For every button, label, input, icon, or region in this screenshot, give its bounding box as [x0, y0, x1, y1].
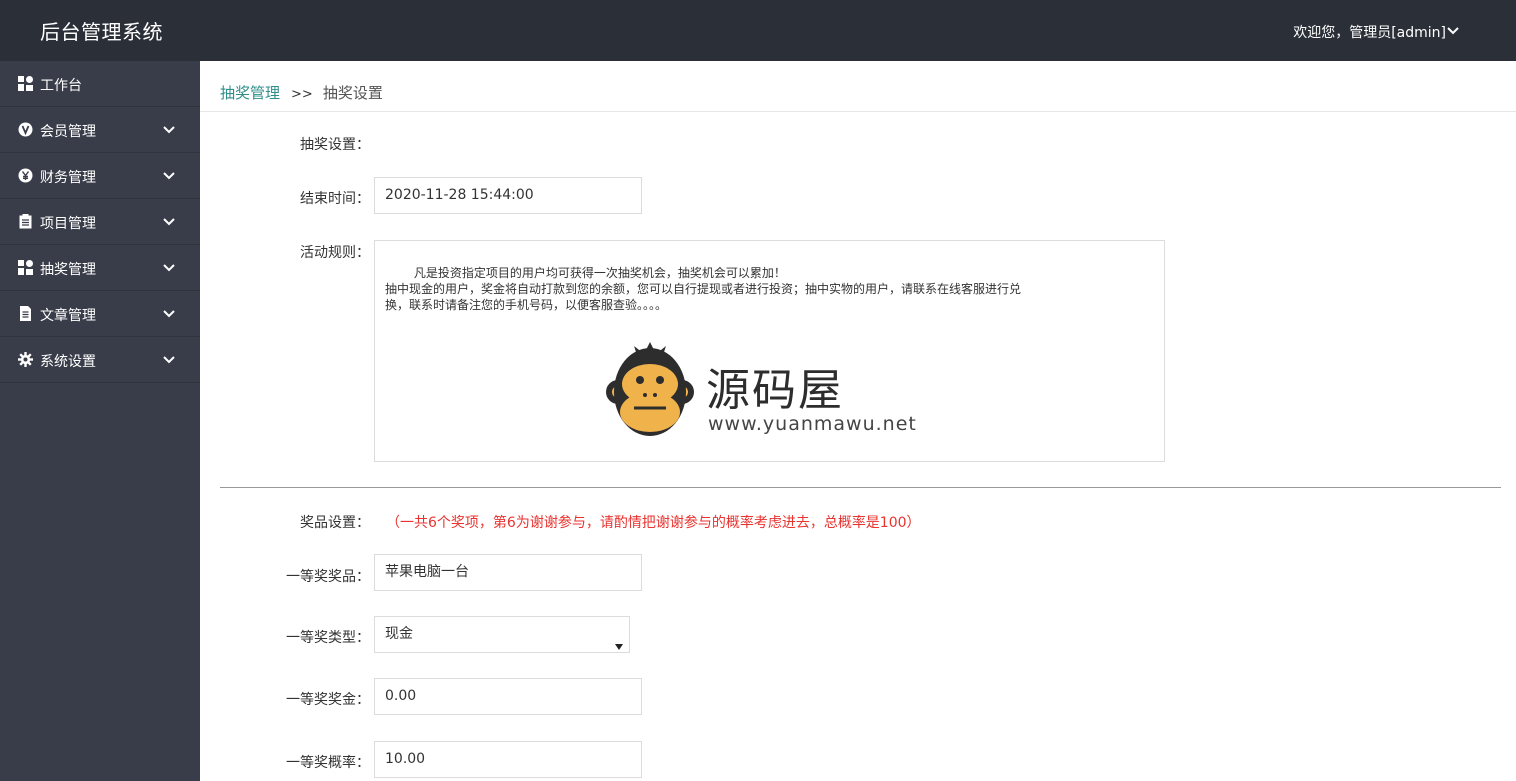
- sidebar: 工作台 会员管理 财务管理 项目管理 抽奖管理 文章管理 系统设置: [0, 61, 200, 781]
- v-circle-icon: [18, 122, 33, 137]
- prize-note: （一共6个奖项，第6为谢谢参与，请酌情把谢谢参与的概率考虑进去，总概率是100）: [386, 515, 921, 531]
- end-time-label: 结束时间：: [300, 191, 370, 207]
- section-label: 抽奖设置：: [300, 137, 370, 153]
- first-prize-type-label: 一等奖类型：: [286, 630, 370, 646]
- clipboard-icon: [18, 214, 33, 229]
- chevron-down-icon: [162, 216, 176, 228]
- app-title: 后台管理系统: [40, 20, 163, 44]
- chevron-down-icon: [162, 354, 176, 366]
- user-menu[interactable]: 欢迎您，管理员[admin]: [1293, 22, 1446, 42]
- first-prize-amount-label: 一等奖奖金：: [286, 692, 370, 708]
- caret-down-icon: [615, 630, 623, 650]
- document-icon: [18, 306, 33, 321]
- resize-handle-icon[interactable]: [1152, 449, 1162, 459]
- breadcrumb-parent-link[interactable]: 抽奖管理: [220, 84, 280, 102]
- yen-circle-icon: [18, 168, 33, 183]
- first-prize-item-label: 一等奖奖品：: [286, 569, 370, 585]
- sidebar-item-label: 系统设置: [40, 354, 96, 370]
- main-content: 抽奖管理 >> 抽奖设置 抽奖设置： 结束时间： 2020-11-28 15:44:…: [200, 61, 1516, 781]
- sidebar-item-label: 项目管理: [40, 216, 96, 232]
- prize-settings-label: 奖品设置：: [300, 515, 370, 531]
- breadcrumb-current: 抽奖设置: [322, 84, 383, 102]
- chevron-down-icon: [162, 170, 176, 182]
- sidebar-item-projects[interactable]: 项目管理: [0, 199, 200, 245]
- sidebar-item-label: 工作台: [40, 78, 82, 94]
- sidebar-item-workbench[interactable]: 工作台: [0, 61, 200, 107]
- chevron-down-icon: [162, 124, 176, 136]
- rules-label: 活动规则：: [300, 245, 370, 261]
- first-prize-prob-label: 一等奖概率：: [286, 755, 370, 771]
- sidebar-item-label: 抽奖管理: [40, 262, 96, 278]
- first-prize-item-field[interactable]: 苹果电脑一台: [374, 554, 642, 591]
- dashboard-icon: [18, 76, 33, 91]
- sidebar-item-settings[interactable]: 系统设置: [0, 337, 200, 383]
- breadcrumb: 抽奖管理 >> 抽奖设置: [220, 82, 383, 103]
- rules-textarea[interactable]: 凡是投资指定项目的用户均可获得一次抽奖机会，抽奖机会可以累加！ 抽中现金的用户，…: [374, 240, 1165, 462]
- sidebar-item-members[interactable]: 会员管理: [0, 107, 200, 153]
- sidebar-item-articles[interactable]: 文章管理: [0, 291, 200, 337]
- breadcrumb-divider: [200, 111, 1516, 112]
- sidebar-item-lottery[interactable]: 抽奖管理: [0, 245, 200, 291]
- sidebar-item-label: 财务管理: [40, 170, 96, 186]
- first-prize-amount-field[interactable]: 0.00: [374, 678, 642, 715]
- end-time-field[interactable]: 2020-11-28 15:44:00: [374, 177, 642, 214]
- top-bar: 后台管理系统 欢迎您，管理员[admin]: [0, 0, 1516, 61]
- first-prize-type-value: 现金: [385, 626, 413, 642]
- breadcrumb-separator: >>: [291, 87, 313, 102]
- chevron-down-icon: [162, 308, 176, 320]
- chevron-down-icon: [162, 262, 176, 274]
- section-divider: [220, 487, 1501, 488]
- gear-icon: [18, 352, 33, 367]
- dashboard-icon: [18, 260, 33, 275]
- sidebar-item-label: 会员管理: [40, 124, 96, 140]
- rules-text: 凡是投资指定项目的用户均可获得一次抽奖机会，抽奖机会可以累加！ 抽中现金的用户，…: [385, 266, 1022, 312]
- sidebar-item-label: 文章管理: [40, 308, 96, 324]
- first-prize-type-select[interactable]: 现金: [374, 616, 630, 653]
- chevron-down-icon[interactable]: [1446, 24, 1460, 38]
- first-prize-prob-field[interactable]: 10.00: [374, 741, 642, 778]
- sidebar-item-finance[interactable]: 财务管理: [0, 153, 200, 199]
- welcome-text: 欢迎您，管理员[admin]: [1293, 25, 1446, 41]
